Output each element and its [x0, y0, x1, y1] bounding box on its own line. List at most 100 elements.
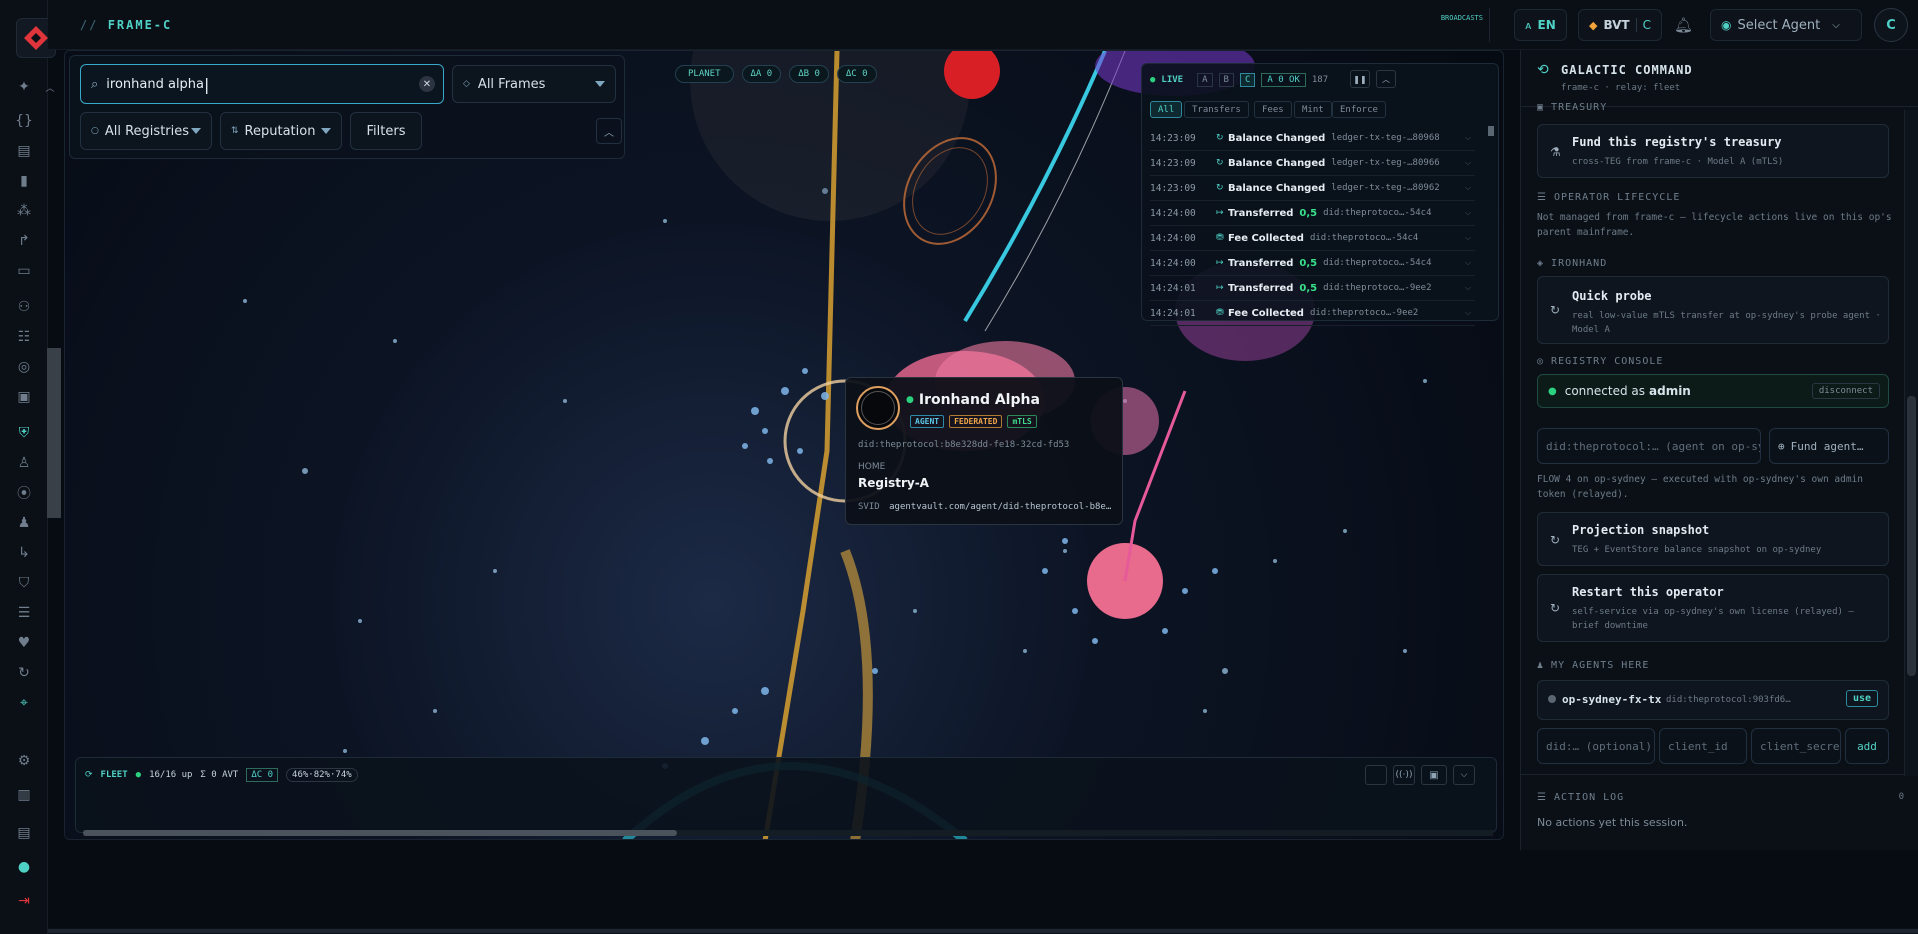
delta-c-chip[interactable]: ΔC 0: [836, 65, 877, 83]
event-row[interactable]: 14:24:00 ↦ Transferred 0,5 did:theprotoco…-5…: [1150, 251, 1475, 276]
projection-snapshot-card[interactable]: ↻ Projection snapshot TEG + EventStore b…: [1537, 512, 1889, 566]
users-group-icon[interactable]: ⚇: [12, 296, 36, 318]
event-row[interactable]: 14:24:01 ↦ Transferred 0,5 did:theprotoco…-9…: [1150, 276, 1475, 301]
broadcast-icon[interactable]: ((·)): [1393, 765, 1415, 785]
language-button[interactable]: ᴀ EN: [1514, 9, 1567, 41]
event-row[interactable]: 14:23:09 ↻ Balance Changed ledger-tx-teg-…8…: [1150, 176, 1475, 201]
collapse-feed-icon[interactable]: ︿: [1376, 70, 1396, 88]
add-agent-button[interactable]: add: [1845, 728, 1889, 764]
disconnect-button[interactable]: disconnect: [1811, 383, 1880, 399]
notebook-icon[interactable]: ▥: [12, 784, 36, 806]
event-row[interactable]: 14:24:00 ⛃ Fee Collected did:theprotoco…-54…: [1150, 226, 1475, 251]
flow-text: FLOW 4 on op-sydney — executed with op-s…: [1537, 474, 1864, 500]
tier-b-toggle[interactable]: B: [1218, 73, 1234, 87]
fund-agent-button[interactable]: ⊕ Fund agent…: [1769, 428, 1889, 464]
radar-icon[interactable]: ⌖: [12, 692, 36, 714]
bell-icon[interactable]: 🔔︎: [1674, 16, 1693, 34]
diamond-icon: ◇: [463, 79, 470, 89]
quick-probe-card[interactable]: ↻ Quick probe real low-value mTLS transf…: [1537, 276, 1889, 344]
route-icon[interactable]: ↱: [12, 230, 36, 252]
event-row[interactable]: 14:23:09 ↻ Balance Changed ledger-tx-teg-…8…: [1150, 151, 1475, 176]
sparkle-icon[interactable]: ✦: [12, 76, 36, 98]
chat-icon[interactable]: ▤: [12, 822, 36, 844]
use-agent-button[interactable]: use: [1845, 690, 1878, 707]
event-expand-icon[interactable]: ⌵: [1465, 308, 1471, 318]
security-icon[interactable]: ⛉: [12, 572, 36, 594]
sync-icon[interactable]: ↻: [12, 662, 36, 684]
network-icon[interactable]: ⁂: [12, 200, 36, 222]
agent-select[interactable]: ◉ Select Agent ⌵: [1710, 9, 1862, 41]
registries-select[interactable]: ○ All Registries: [80, 112, 212, 150]
event-row[interactable]: 14:24:01 ⛃ Fee Collected did:theprotoco…-9e…: [1150, 301, 1475, 326]
tab-all[interactable]: All: [1150, 101, 1183, 118]
event-expand-icon[interactable]: ⌵: [1465, 133, 1471, 143]
fleet-blank-button[interactable]: [1365, 765, 1387, 785]
tab-fees[interactable]: Fees: [1254, 101, 1292, 118]
fund-treasury-card[interactable]: ⚗ Fund this registry's treasury cross-TE…: [1537, 124, 1889, 178]
tab-mint[interactable]: Mint: [1294, 101, 1332, 118]
fleet-up-dot-icon: ●: [135, 770, 142, 780]
planet-chip[interactable]: PLANET: [675, 65, 734, 83]
top-bar: // FRAME-C BROADCASTS ᴀ EN ◆ BVT C 🔔︎ ◉ …: [48, 0, 1918, 50]
event-expand-icon[interactable]: ⌵: [1465, 258, 1471, 268]
event-list-scrollbar[interactable]: [1488, 126, 1494, 136]
restart-operator-card[interactable]: ↻ Restart this operator self-service via…: [1537, 574, 1889, 642]
server-icon[interactable]: ☰: [12, 602, 36, 624]
event-expand-icon[interactable]: ⌵: [1465, 183, 1471, 193]
pause-icon[interactable]: ❚❚: [1350, 70, 1370, 88]
event-id: did:theprotoco…-9ee2: [1323, 283, 1432, 293]
event-expand-icon[interactable]: ⌵: [1465, 283, 1471, 293]
page-scroll-track[interactable]: [48, 928, 1918, 934]
screen-icon[interactable]: ▣: [1421, 765, 1447, 785]
did-optional-input[interactable]: did:… (optional): [1537, 728, 1655, 764]
event-expand-icon[interactable]: ⌵: [1465, 208, 1471, 218]
fleet-scroll-track[interactable]: [83, 830, 1493, 836]
tab-transfers[interactable]: Transfers: [1184, 101, 1249, 118]
frames-select[interactable]: ◇ All Frames: [452, 65, 616, 103]
team-icon[interactable]: ☷: [12, 326, 36, 348]
gamepad-icon[interactable]: ▣: [12, 386, 36, 408]
gear-icon[interactable]: ⚙: [12, 750, 36, 772]
clear-search-icon[interactable]: ✕: [419, 76, 435, 92]
user-plus-icon[interactable]: ♙: [12, 452, 36, 474]
signal-icon[interactable]: ⦿: [12, 482, 36, 504]
galaxy-canvas[interactable]: ⌕ ironhand alpha | ✕ ◇ All Frames ○ All …: [64, 50, 1504, 840]
delta-b-chip[interactable]: ΔB 0: [789, 65, 829, 83]
collapse-filters-icon[interactable]: ︿: [596, 118, 622, 144]
event-expand-icon[interactable]: ⌵: [1465, 158, 1471, 168]
sidebar-scrollbar[interactable]: [47, 348, 61, 518]
tier-a-toggle[interactable]: A: [1197, 73, 1213, 87]
code-braces-icon[interactable]: {}: [12, 110, 36, 132]
expand-fleet-icon[interactable]: ⌵: [1453, 765, 1475, 785]
globe-icon[interactable]: ◎: [12, 356, 36, 378]
currency-button[interactable]: ◆ BVT C: [1578, 9, 1662, 41]
panel-scroll-thumb[interactable]: [1907, 396, 1916, 676]
avatar[interactable]: C: [1874, 8, 1908, 42]
shield-icon[interactable]: ⛨: [12, 422, 36, 444]
fleet-scroll-thumb[interactable]: [83, 830, 677, 836]
circle-icon: ○: [91, 126, 99, 136]
sort-select[interactable]: ⇅ Reputation: [220, 112, 342, 150]
client-secret-input[interactable]: client_secret: [1751, 728, 1841, 764]
document-icon[interactable]: ▤: [12, 140, 36, 162]
chevron-up-icon[interactable]: ︿: [44, 76, 56, 98]
delta-a-chip[interactable]: ΔA 0: [741, 65, 782, 83]
left-sidebar: ✦ ︿ {} ▤ ▮ ⁂ ↱ ▭ ⚇ ☷ ◎ ▣ ⛨ ♙ ⦿ ♟ ↳ ⛉ ☰ ♥…: [0, 0, 56, 934]
event-row[interactable]: 14:23:09 ↻ Balance Changed ledger-tx-teg-…8…: [1150, 126, 1475, 151]
event-row[interactable]: 14:24:00 ↦ Transferred 0,5 did:theprotoco…-5…: [1150, 201, 1475, 226]
tool-icon[interactable]: ▮: [12, 170, 36, 192]
heart-pulse-icon[interactable]: ♥: [12, 632, 36, 654]
event-expand-icon[interactable]: ⌵: [1465, 233, 1471, 243]
logout-icon[interactable]: ⇥: [12, 890, 36, 912]
filters-button[interactable]: Filters: [350, 112, 422, 150]
tier-c-toggle[interactable]: C: [1239, 73, 1256, 87]
path-icon[interactable]: ↳: [12, 542, 36, 564]
search-input[interactable]: ⌕ ironhand alpha | ✕: [80, 64, 444, 104]
agent-did-input[interactable]: did:theprotocol:… (agent on op-sydney): [1537, 428, 1761, 464]
person-icon[interactable]: ♟: [12, 512, 36, 534]
tab-enforce[interactable]: Enforce: [1332, 101, 1386, 118]
client-id-input[interactable]: client_id: [1659, 728, 1747, 764]
panel-scrollbar[interactable]: [1904, 110, 1918, 776]
page-scroll-thumb[interactable]: [48, 929, 1918, 933]
archive-icon[interactable]: ▭: [12, 260, 36, 282]
